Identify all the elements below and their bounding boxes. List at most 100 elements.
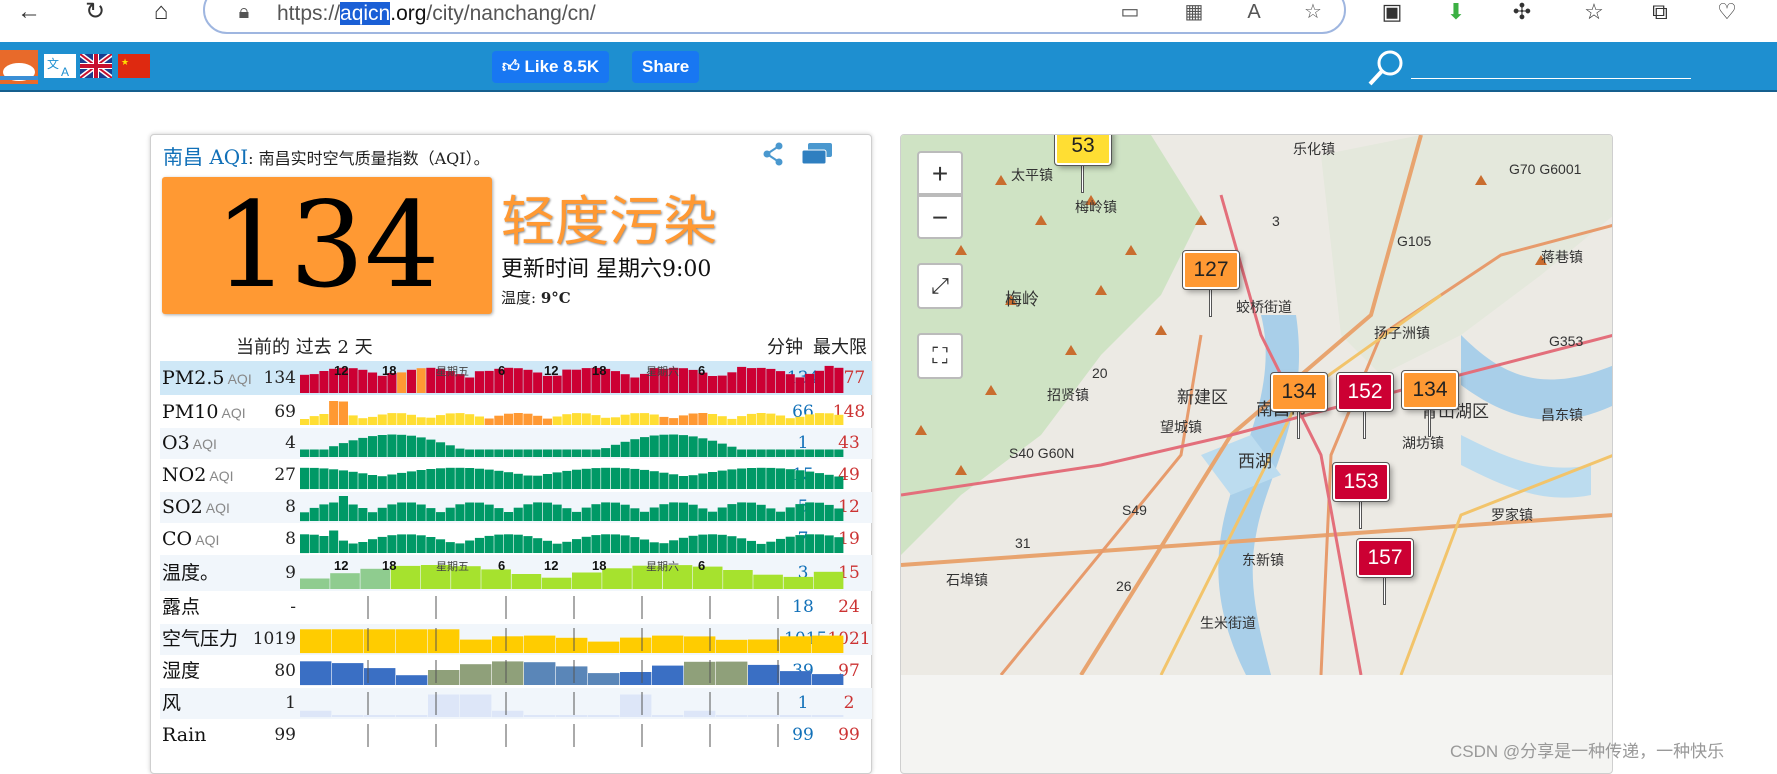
row-label: Rain (162, 720, 206, 751)
sparkline-bar (717, 534, 727, 553)
sparkline-bar (397, 502, 407, 521)
sparkline-bar (504, 413, 514, 425)
mid-axis-label: 6 (498, 558, 506, 573)
history-sparkline[interactable] (300, 688, 844, 719)
refresh-icon[interactable]: ↻ (80, 0, 110, 26)
collections-icon[interactable]: ⧉ (1645, 0, 1675, 26)
aqi-station-marker[interactable]: 152 (1336, 372, 1394, 412)
facebook-like-button[interactable]: 👍︎ Like 8.5K (492, 51, 610, 83)
sparkline-bar (688, 504, 698, 521)
share-icon[interactable] (761, 141, 787, 167)
pollutant-row[interactable]: Rain 99 99 99 (160, 720, 872, 751)
mid-axis-label: 12 (544, 558, 559, 573)
pollutant-row[interactable]: SO2 AQI8512 (160, 492, 872, 523)
pollutant-row[interactable]: O3 AQI 4 1 43 (160, 428, 872, 459)
sparkline-bar (474, 371, 484, 393)
mid-axis-label: 18 (382, 558, 397, 573)
history-sparkline[interactable] (300, 492, 844, 523)
sparkline-bar (436, 468, 446, 489)
apps-icon[interactable]: ▦ (1181, 0, 1207, 26)
address-bar[interactable]: 🔒︎ https://aqicn.org/city/nanchang/cn/ ▭… (203, 0, 1346, 34)
back-icon[interactable]: ← (14, 0, 44, 26)
history-sparkline[interactable] (300, 428, 844, 459)
health-icon[interactable]: ♡ (1712, 0, 1742, 26)
pollutant-row[interactable]: 露点 -18 24 (160, 592, 872, 623)
sparkline-bar (358, 437, 368, 457)
sparkline-bar (630, 537, 640, 553)
top-axis-label: 6 (698, 363, 706, 378)
aqi-station-marker[interactable]: 157 (1356, 538, 1414, 578)
read-aloud-icon[interactable]: A (1241, 0, 1267, 26)
sparkline-bar (640, 413, 650, 425)
sparkline-bar (397, 434, 407, 457)
zoom-in-button[interactable]: + (917, 151, 963, 195)
map-layers-icon[interactable]: ⛶ (917, 333, 963, 379)
sparkline-bar (426, 537, 436, 553)
history-sparkline[interactable] (300, 656, 844, 687)
sparkline-bar (748, 664, 780, 685)
aqi-station-marker[interactable]: 134 (1270, 372, 1328, 412)
map-place-label: 罗家镇 (1491, 507, 1533, 523)
city-aqi-link[interactable]: 南昌 AQI (163, 145, 248, 169)
pollutant-row[interactable]: NO2 AQI271549 (160, 460, 872, 491)
aqi-station-marker[interactable]: 153 (1332, 462, 1390, 502)
device-icon[interactable]: ▭ (1117, 0, 1143, 26)
pollutant-row[interactable]: 风112 (160, 688, 872, 719)
sparkline-bar (678, 537, 688, 553)
china-flag-icon[interactable]: ★ (118, 54, 150, 78)
pollutant-row[interactable]: 湿度 80 39 97 (160, 656, 872, 687)
favorite-star-icon[interactable]: ☆ (1300, 0, 1326, 26)
aqi-station-marker[interactable]: 127 (1182, 250, 1240, 290)
browser-toolbar: ← ↻ ⌂ 🔒︎ https://aqicn.org/city/nanchang… (0, 0, 1777, 42)
pollutant-row[interactable]: CO AQI8719 (160, 524, 872, 555)
sparkline-bar (330, 573, 360, 589)
fullscreen-icon[interactable]: ⤢ (917, 263, 963, 309)
sparkline-bar (513, 473, 523, 489)
sparkline-bar (640, 437, 650, 457)
sparkline-bar (834, 367, 844, 393)
sparkline-bar (445, 542, 455, 553)
sparkline-bar (300, 661, 332, 686)
history-sparkline[interactable] (300, 460, 844, 491)
pollutant-row[interactable]: PM2.5 AQI134134177 (160, 361, 872, 395)
search-input[interactable] (1411, 77, 1691, 79)
home-icon[interactable]: ⌂ (146, 0, 176, 26)
facebook-share-button[interactable]: Share (632, 51, 700, 83)
sparkline-bar (601, 417, 611, 425)
aqi-station-marker[interactable]: 134 (1401, 370, 1459, 410)
sparkline-bar (795, 377, 805, 393)
sparkline-bar (368, 436, 378, 457)
weather-logo-icon[interactable] (0, 50, 38, 84)
zoom-out-button[interactable]: − (917, 195, 963, 239)
sparkline-bar (428, 670, 460, 685)
search-icon[interactable] (1366, 48, 1406, 88)
sparkline-bar (805, 373, 815, 393)
pollutant-row[interactable]: 空气压力101910151021 (160, 624, 872, 655)
aqi-station-marker[interactable]: 53 (1054, 135, 1112, 166)
sparkline-bar (368, 372, 378, 393)
sparkline-bar (756, 543, 766, 553)
puzzle-icon[interactable]: ✣ (1507, 0, 1537, 26)
download-icon[interactable]: ⬇ (1441, 0, 1471, 26)
history-sparkline[interactable] (300, 624, 844, 655)
extension-icon[interactable]: ▣ (1377, 0, 1407, 26)
sparkline-bar (513, 368, 523, 393)
sparkline-bar (630, 468, 640, 489)
history-sparkline[interactable] (300, 592, 844, 623)
widget-icon[interactable] (800, 141, 834, 167)
uk-flag-icon[interactable] (80, 54, 112, 78)
sparkline-bar (717, 507, 727, 521)
history-sparkline[interactable] (300, 524, 844, 555)
pollutant-row[interactable]: PM10 AQI 69 66 148 (160, 397, 872, 427)
favorites-icon[interactable]: ☆ (1579, 0, 1609, 26)
sparkline-bar (377, 476, 387, 489)
sparkline-bar (785, 449, 795, 457)
pollutant-row[interactable]: 温度。 9 3 15 (160, 555, 872, 591)
translate-icon[interactable]: 文A (44, 54, 76, 78)
lock-icon[interactable]: 🔒︎ (231, 0, 257, 26)
history-sparkline[interactable] (300, 397, 844, 427)
row-label: PM2.5 AQI (162, 361, 252, 396)
history-sparkline[interactable] (300, 720, 844, 751)
row-label-text: 湿度 (162, 660, 201, 682)
map[interactable]: + − ⤢ ⛶ 乐化镇太平镇梅岭镇梅岭蛟桥街道扬子洲镇招贤镇新建区南昌市青山湖区… (900, 134, 1613, 774)
